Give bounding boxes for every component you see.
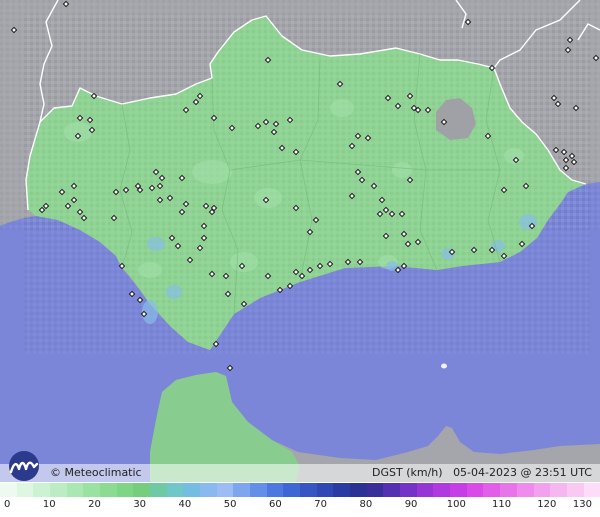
legend-label: 80: [359, 499, 373, 510]
legend-label: 10: [42, 499, 56, 510]
legend-label: 130: [572, 499, 592, 510]
legend-label: 120: [537, 499, 557, 510]
legend-swatch: [266, 483, 284, 497]
legend-swatch: [566, 483, 584, 497]
legend-swatch: [400, 483, 417, 497]
legend-swatch: [333, 483, 351, 497]
brand: © Meteoclimatic: [4, 446, 142, 482]
legend-swatch: [316, 483, 334, 497]
brand-name: © Meteoclimatic: [50, 466, 142, 479]
legend-color-bar: [0, 483, 600, 497]
legend-label: 70: [314, 499, 327, 510]
legend-label: 40: [178, 499, 192, 510]
legend-swatch: [416, 483, 434, 497]
legend-swatch: [33, 483, 51, 497]
legend-swatch: [350, 483, 367, 497]
legend-swatch: [300, 483, 317, 497]
legend-swatch: [233, 483, 251, 497]
legend-swatch: [533, 483, 551, 497]
legend-swatch: [500, 483, 517, 497]
legend-label: 0: [4, 499, 11, 510]
alboran-island: [441, 363, 447, 369]
region-grain: [24, 14, 590, 354]
meteoclimatic-logo-icon: [9, 451, 39, 481]
legend-swatch: [66, 483, 84, 497]
legend-swatch: [133, 483, 151, 497]
legend-swatch: [483, 483, 501, 497]
legend-swatch: [433, 483, 451, 497]
legend-label: 100: [446, 499, 466, 510]
legend-label: 30: [133, 499, 147, 510]
legend-swatch: [16, 483, 34, 497]
legend-swatch: [150, 483, 167, 497]
legend-swatch: [466, 483, 484, 497]
legend-swatch: [283, 483, 301, 497]
legend-swatch: [516, 483, 534, 497]
legend-swatch: [166, 483, 184, 497]
legend-swatch: [450, 483, 467, 497]
color-legend: 0 10 20 30 40 50 60 70 80 90 100 110 120 130: [0, 482, 600, 517]
legend-label: 90: [404, 499, 418, 510]
legend-label: 50: [223, 499, 237, 510]
legend-label: 20: [88, 499, 101, 510]
legend-swatch: [116, 483, 134, 497]
legend-swatch: [250, 483, 267, 497]
variable-label: DGST (km/h): [372, 466, 443, 479]
wind-gust-map: © Meteoclimatic DGST (km/h) 05-04-2023 @…: [0, 0, 600, 517]
legend-swatch: [383, 483, 401, 497]
legend-swatch: [216, 483, 234, 497]
legend-label: 110: [491, 499, 512, 510]
andalusia-map: [0, 0, 600, 517]
legend-label: 60: [269, 499, 282, 510]
legend-swatch: [550, 483, 567, 497]
legend-swatch: [83, 483, 101, 497]
legend-swatch: [0, 483, 17, 497]
legend-swatch: [100, 483, 117, 497]
timestamp: 05-04-2023 @ 23:51 UTC: [453, 466, 592, 479]
map-caption: DGST (km/h) 05-04-2023 @ 23:51 UTC: [372, 466, 592, 479]
legend-swatch: [366, 483, 384, 497]
legend-swatch: [183, 483, 201, 497]
legend-swatch: [200, 483, 217, 497]
legend-swatch: [583, 483, 600, 497]
legend-swatch: [50, 483, 67, 497]
